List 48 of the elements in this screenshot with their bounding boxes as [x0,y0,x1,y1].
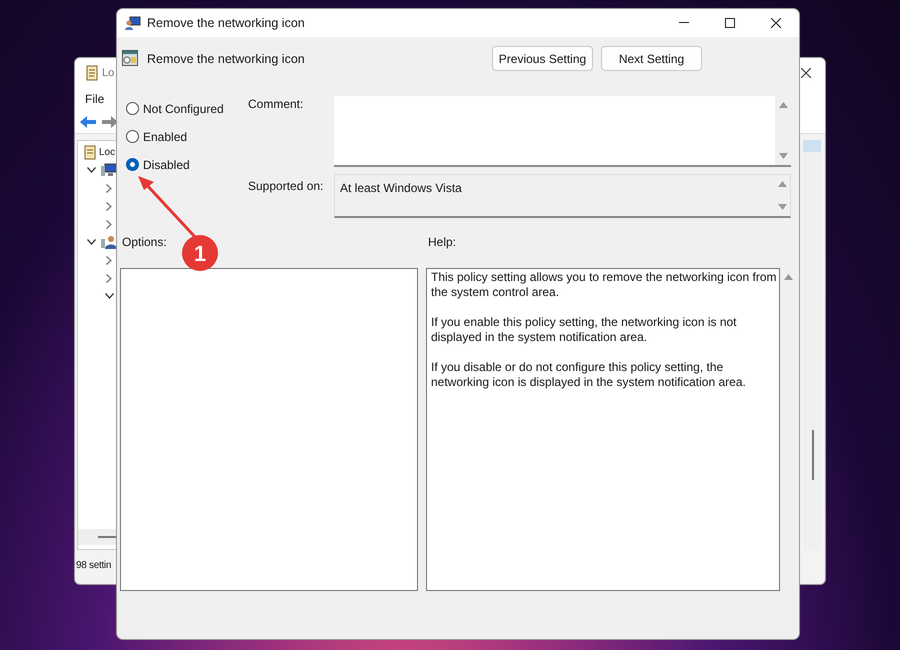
window-title: Lo [102,66,114,81]
chevron-right-icon[interactable] [106,202,112,210]
policy-setting-icon [122,50,138,66]
chevron-right-icon[interactable] [106,256,112,264]
radio-button[interactable] [126,102,139,115]
scroll-icon [84,144,97,160]
scroll-down-icon[interactable] [778,204,786,210]
supported-on-value: At least Windows Vista [339,180,463,197]
help-paragraph: This policy setting allows you to remove the networking icon from the system control area. [431,270,778,300]
maximize-icon [725,18,735,28]
chevron-right-icon[interactable] [106,184,112,192]
supported-on-label: Supported on: [248,178,324,195]
chevron-down-icon[interactable] [86,239,96,245]
radio-button[interactable] [126,130,139,143]
next-setting-button[interactable]: Next Setting [601,46,702,71]
minimize-icon [679,22,689,24]
menu-item[interactable]: File [83,90,106,108]
forward-arrow-icon[interactable] [101,114,119,128]
help-paragraph: If you disable or do not configure this policy setting, the networking icon is displayed in the system notification area. [431,360,747,390]
setting-name: Remove the networking icon [147,51,305,68]
help-paragraph: If you enable this policy setting, the networking icon is not displayed in the system notification area. [431,315,738,345]
scroll-up-icon[interactable] [778,181,786,187]
scroll-up-icon[interactable] [778,102,788,108]
chevron-right-icon[interactable] [106,220,112,228]
scroll-up-icon[interactable] [784,274,793,280]
options-label: Options: [122,234,168,249]
radio-option[interactable]: Not Configured [126,99,248,118]
chevron-right-icon[interactable] [106,274,112,282]
help-label: Help: [428,234,456,249]
status-bar-text: 98 settin [76,558,112,572]
radio-option[interactable]: Enabled [126,127,248,146]
computer-icon [101,163,117,177]
close-icon [771,18,781,28]
scroll-icon [85,65,99,81]
user-icon [101,235,117,249]
chevron-down-icon[interactable] [104,293,114,299]
computer-user-icon [125,16,141,30]
comment-label: Comment: [248,96,304,113]
radio-option[interactable]: Disabled [126,155,248,174]
comment-field[interactable] [334,96,791,167]
close-icon[interactable] [801,68,811,78]
chevron-down-icon[interactable] [86,167,96,173]
tree-item[interactable]: Loc [99,144,116,160]
scroll-down-icon[interactable] [778,153,788,159]
radio-button[interactable] [126,158,139,171]
back-arrow-icon[interactable] [79,114,97,128]
previous-setting-button[interactable]: Previous Setting [492,46,593,71]
window-title: Remove the networking icon [147,14,305,32]
